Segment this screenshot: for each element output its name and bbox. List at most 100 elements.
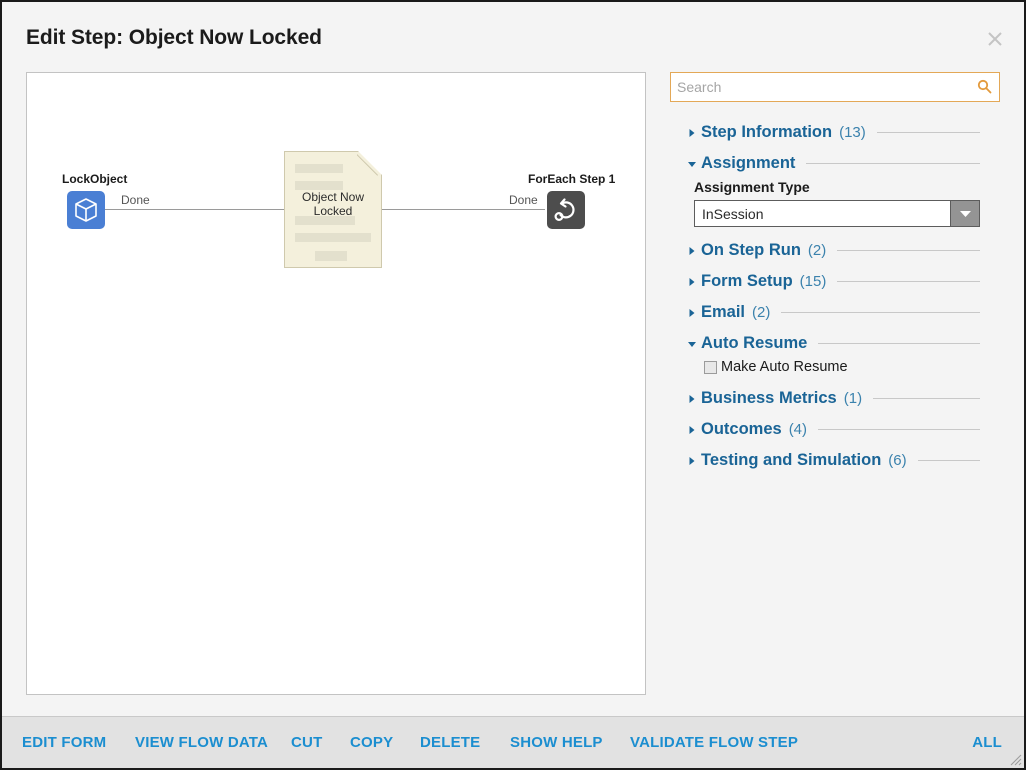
section-title: Email [701,302,746,321]
form-placeholder-bar [295,181,343,190]
section-count: (6) [888,451,907,469]
section-on-step-run: On Step Run (2) [670,236,1002,264]
outcome-label-done-right: Done [509,193,538,207]
chevron-right-icon [686,392,698,404]
chevron-right-icon [686,275,698,287]
section-divider [781,311,980,313]
edit-form-button[interactable]: EDIT FORM [22,734,106,751]
node-title-lockobject: LockObject [62,172,128,186]
assignment-type-value[interactable]: InSession [694,200,950,227]
section-count: (2) [752,303,771,321]
node-foreach-step-1[interactable] [547,191,585,229]
section-header-form-setup[interactable]: Form Setup (15) [670,267,1002,295]
section-divider [806,162,980,164]
section-header-auto-resume[interactable]: Auto Resume [670,329,1002,357]
show-help-button[interactable]: SHOW HELP [510,734,603,751]
chevron-down-icon[interactable] [950,200,980,227]
chevron-down-icon [686,157,698,169]
node-label-object-now-locked: Object Now Locked [285,190,381,218]
assignment-type-label: Assignment Type [694,179,810,195]
section-title: Form Setup [701,271,793,290]
node-title-foreach: ForEach Step 1 [528,172,616,186]
section-form-setup: Form Setup (15) [670,267,1002,295]
chevron-right-icon [686,454,698,466]
section-count: (1) [843,389,863,407]
section-divider [876,131,980,133]
page-title: Edit Step: Object Now Locked [26,26,322,49]
section-header-email[interactable]: Email (2) [670,298,1002,326]
section-body-auto-resume: Make Auto Resume [670,357,1002,381]
section-count: (2) [807,241,827,259]
chevron-right-icon [686,423,698,435]
chevron-right-icon [686,126,698,138]
section-divider [837,280,980,282]
section-divider [818,342,980,344]
section-header-on-step-run[interactable]: On Step Run (2) [670,236,1002,264]
section-list: Step Information (13) Assignment Assignm… [670,118,1002,477]
search-icon[interactable] [977,79,992,99]
copy-button[interactable]: COPY [350,734,393,751]
node-lockobject[interactable] [67,191,105,229]
section-body-assignment: Assignment Type InSession [670,177,1002,233]
form-placeholder-bar [295,233,371,242]
make-auto-resume-label: Make Auto Resume [721,359,848,375]
section-count: (15) [799,272,827,290]
section-outcomes: Outcomes (4) [670,415,1002,443]
chevron-down-icon [686,337,698,349]
section-header-testing-and-simulation[interactable]: Testing and Simulation (6) [670,446,1002,474]
section-divider [818,428,980,430]
edit-step-dialog: Edit Step: Object Now Locked Done Done L… [0,0,1026,770]
cut-button[interactable]: CUT [291,734,322,751]
form-placeholder-bar [295,164,343,173]
section-title: Assignment [701,153,796,172]
section-business-metrics: Business Metrics (1) [670,384,1002,412]
section-count: (4) [788,420,808,438]
section-count: (13) [839,123,866,141]
search-box[interactable] [670,72,1000,102]
chevron-right-icon [686,306,698,318]
section-title: Step Information [701,122,833,141]
node-label-line2: Locked [313,204,353,218]
connector-lock-to-form [100,209,285,210]
section-step-information: Step Information (13) [670,118,1002,146]
all-button[interactable]: ALL [972,734,1002,751]
assignment-type-select[interactable]: InSession [694,200,980,227]
section-header-business-metrics[interactable]: Business Metrics (1) [670,384,1002,412]
connector-form-to-foreach [382,209,545,210]
make-auto-resume-row[interactable]: Make Auto Resume [694,359,1002,375]
section-divider [837,249,980,251]
make-auto-resume-checkbox[interactable] [704,360,717,374]
section-title: On Step Run [701,240,801,259]
chevron-right-icon [686,244,698,256]
flow-diagram: Done Done LockObject ForEach Step 1 Obje… [27,73,645,694]
section-header-step-information[interactable]: Step Information (13) [670,118,1002,146]
section-assignment: Assignment Assignment Type InSession [670,149,1002,233]
search-input[interactable] [671,73,971,101]
form-placeholder-button [315,251,347,261]
properties-panel: Step Information (13) Assignment Assignm… [670,72,1002,695]
outcome-label-done-left: Done [121,193,150,207]
section-header-assignment[interactable]: Assignment [670,149,1002,177]
section-header-outcomes[interactable]: Outcomes (4) [670,415,1002,443]
section-title: Testing and Simulation [701,450,882,469]
delete-button[interactable]: DELETE [420,734,480,751]
bottom-toolbar: EDIT FORM VIEW FLOW DATA CUT COPY DELETE… [2,716,1024,768]
node-label-line1: Object Now [301,190,365,204]
node-object-now-locked[interactable]: Object Now Locked [284,151,382,268]
dialog-titlebar: Edit Step: Object Now Locked [2,2,1024,64]
close-icon[interactable] [982,26,1008,52]
section-testing-and-simulation: Testing and Simulation (6) [670,446,1002,474]
cube-icon [75,198,97,222]
section-divider [917,459,980,461]
section-divider [873,397,980,399]
validate-flow-step-button[interactable]: VALIDATE FLOW STEP [630,734,798,751]
section-email: Email (2) [670,298,1002,326]
loop-arrow-icon [554,198,575,222]
section-title: Auto Resume [701,333,808,352]
view-flow-data-button[interactable]: VIEW FLOW DATA [135,734,268,751]
flow-canvas[interactable]: Done Done LockObject ForEach Step 1 Obje… [26,72,646,695]
resize-grip-icon[interactable] [1006,750,1022,766]
page-fold-edge [357,151,382,176]
section-title: Outcomes [701,419,782,438]
section-auto-resume: Auto Resume Make Auto Resume [670,329,1002,381]
